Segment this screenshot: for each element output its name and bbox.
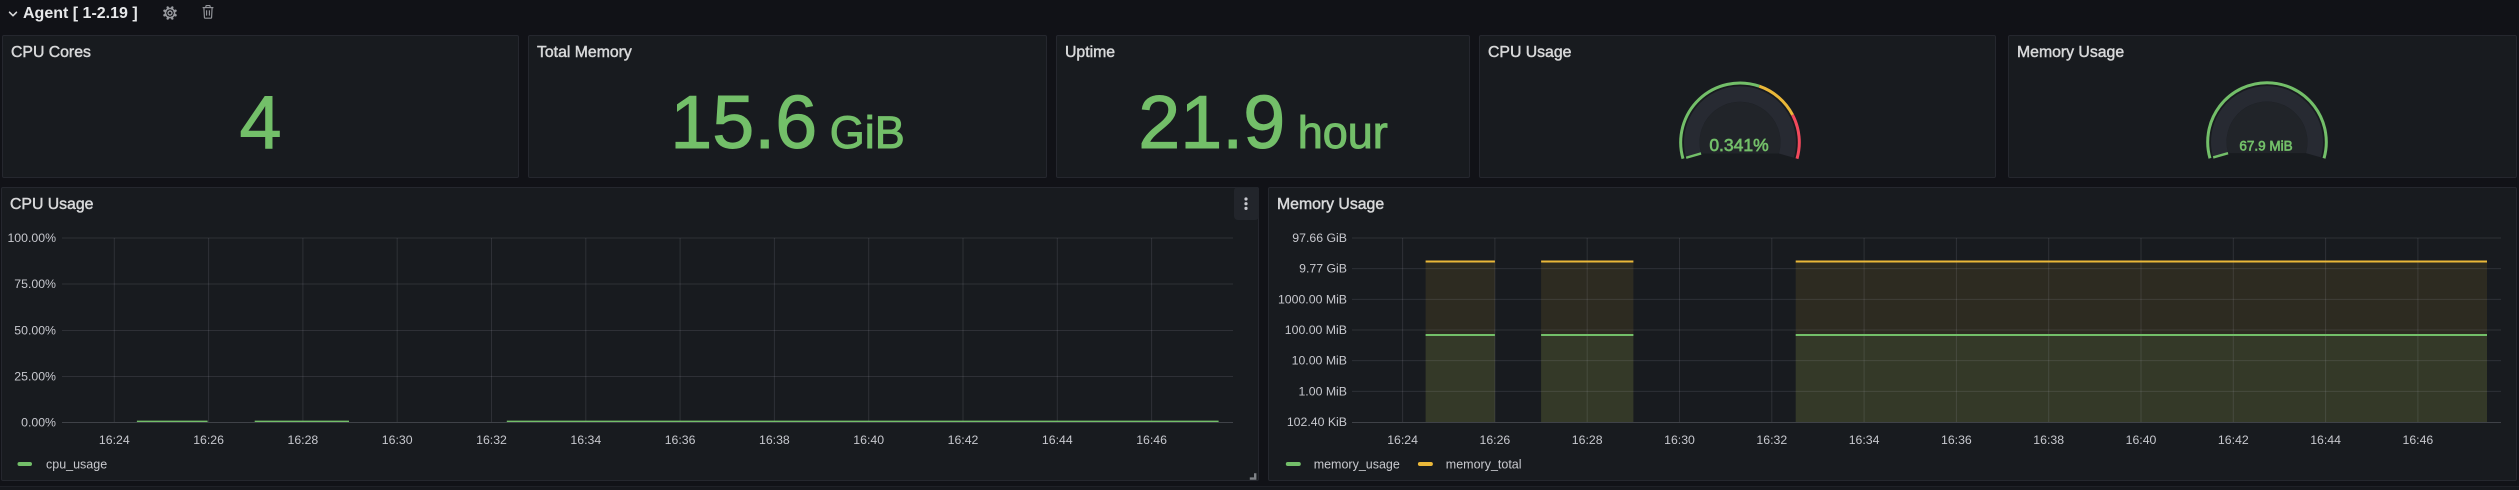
svg-text:16:34: 16:34 — [570, 433, 601, 447]
svg-text:67.9 MiB: 67.9 MiB — [2239, 139, 2292, 154]
svg-text:memory_usage: memory_usage — [1314, 458, 1400, 472]
svg-text:16:34: 16:34 — [1849, 433, 1880, 447]
svg-text:25.00%: 25.00% — [14, 370, 56, 384]
svg-text:16:46: 16:46 — [1136, 433, 1167, 447]
svg-text:16:36: 16:36 — [665, 433, 696, 447]
svg-text:102.40 KiB: 102.40 KiB — [1287, 415, 1347, 429]
svg-text:100.00%: 100.00% — [7, 231, 56, 245]
svg-text:97.66 GiB: 97.66 GiB — [1292, 231, 1347, 245]
svg-text:0.341%: 0.341% — [1709, 135, 1768, 155]
svg-text:16:32: 16:32 — [1756, 433, 1787, 447]
svg-text:memory_total: memory_total — [1446, 458, 1522, 472]
svg-text:9.77 GiB: 9.77 GiB — [1299, 262, 1347, 276]
svg-text:0.00%: 0.00% — [21, 416, 56, 430]
svg-text:16:28: 16:28 — [1572, 433, 1603, 447]
svg-text:16:44: 16:44 — [2310, 433, 2341, 447]
svg-text:16:30: 16:30 — [1664, 433, 1695, 447]
svg-text:16:26: 16:26 — [193, 433, 224, 447]
svg-text:16:40: 16:40 — [2126, 433, 2157, 447]
svg-text:cpu_usage: cpu_usage — [46, 458, 107, 472]
svg-text:16:36: 16:36 — [1941, 433, 1972, 447]
svg-text:16:38: 16:38 — [759, 433, 790, 447]
svg-text:16:40: 16:40 — [853, 433, 884, 447]
svg-text:1000.00 MiB: 1000.00 MiB — [1278, 292, 1347, 306]
svg-text:16:28: 16:28 — [288, 433, 319, 447]
svg-text:16:46: 16:46 — [2403, 433, 2434, 447]
svg-text:1.00 MiB: 1.00 MiB — [1298, 384, 1347, 398]
svg-text:16:42: 16:42 — [948, 433, 979, 447]
svg-text:100.00 MiB: 100.00 MiB — [1285, 323, 1347, 337]
svg-text:16:26: 16:26 — [1480, 433, 1511, 447]
svg-text:16:32: 16:32 — [476, 433, 507, 447]
svg-text:16:24: 16:24 — [1387, 433, 1418, 447]
svg-text:16:24: 16:24 — [99, 433, 130, 447]
svg-text:75.00%: 75.00% — [14, 277, 56, 291]
svg-text:50.00%: 50.00% — [14, 324, 56, 338]
svg-text:16:38: 16:38 — [2033, 433, 2064, 447]
svg-text:16:42: 16:42 — [2218, 433, 2249, 447]
svg-text:10.00 MiB: 10.00 MiB — [1292, 354, 1347, 368]
svg-text:16:44: 16:44 — [1042, 433, 1073, 447]
svg-text:16:30: 16:30 — [382, 433, 413, 447]
